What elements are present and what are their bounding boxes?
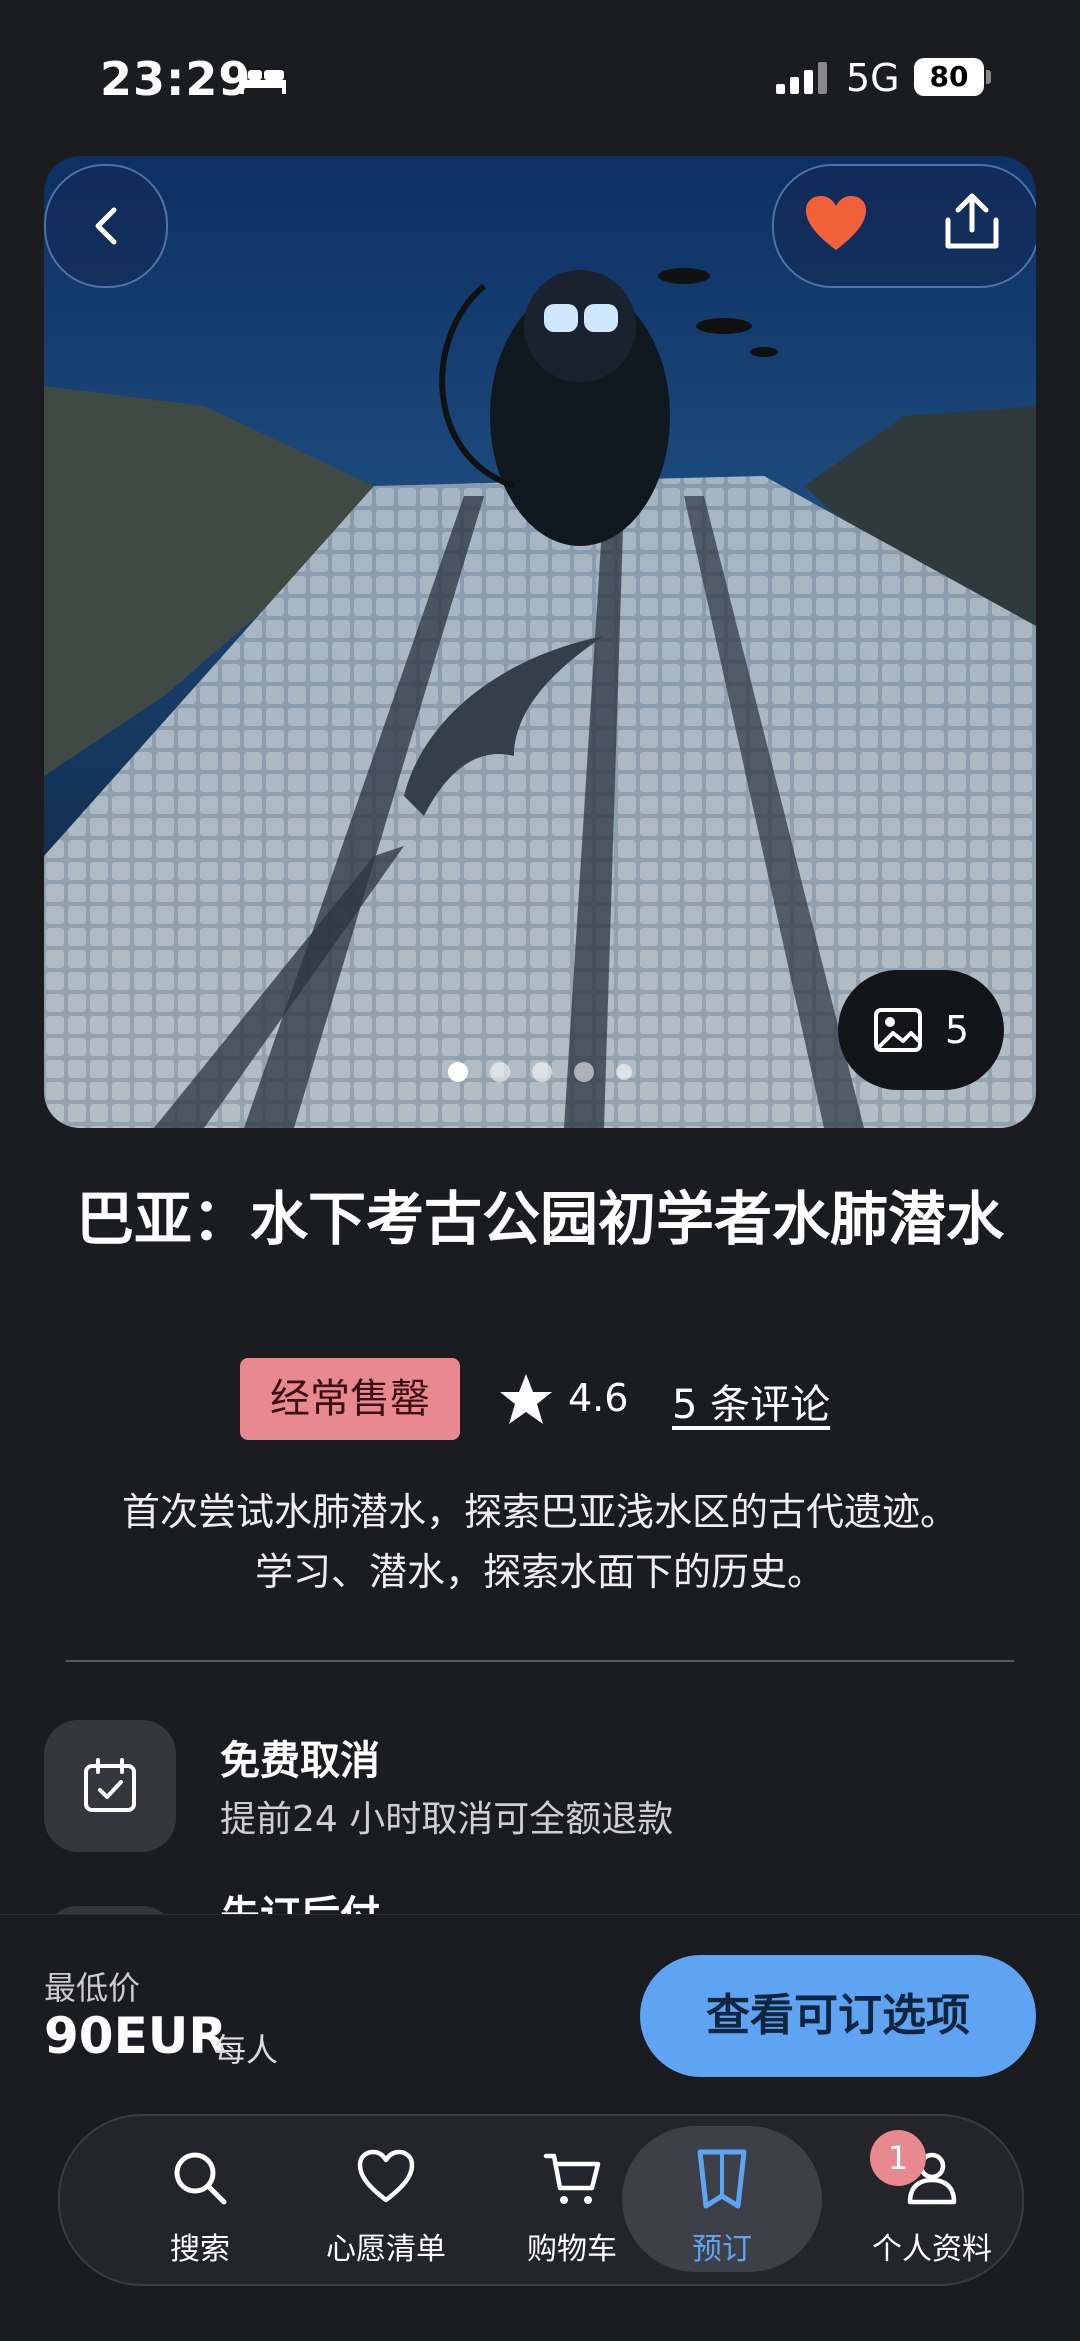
tab-label: 个人资料 (872, 2232, 992, 2267)
divider (66, 1660, 1014, 1662)
description-line: 学习、潜水，探索水面下的历史。 (254, 1550, 825, 1594)
free-cancellation-icon-box (44, 1720, 176, 1852)
rating-value: 4.6 (568, 1376, 629, 1420)
heart-outline-icon (357, 2149, 415, 2203)
price-label: 最低价 (44, 1969, 141, 2007)
status-time: 23:29 (100, 52, 252, 106)
feature-title: 免费取消 (220, 1738, 380, 1784)
chevron-left-icon (95, 207, 117, 245)
activity-meta: 经常售罄 4.6 5 条评论 (0, 1358, 1080, 1442)
carousel-dot[interactable] (490, 1062, 510, 1082)
feature-subtitle: 提前24 小时取消可全额退款 (220, 1799, 674, 1840)
carousel-dot[interactable] (448, 1062, 468, 1082)
photo-count: 5 (944, 1008, 970, 1052)
carousel-dot[interactable] (532, 1062, 552, 1082)
bookings-icon (697, 2149, 747, 2209)
activity-description: 首次尝试水肺潜水，探索巴亚浅水区的古代遗迹。 学习、潜水，探索水面下的历史。 (50, 1482, 1030, 1602)
back-button[interactable] (44, 164, 168, 288)
sleep-mode-icon (240, 66, 286, 94)
reviews-link[interactable]: 5 条评论 (672, 1372, 830, 1430)
price-unit: 每人 (214, 2031, 279, 2069)
search-icon (174, 2152, 227, 2205)
network-type: 5G (846, 56, 900, 100)
carousel-dots (44, 1062, 1036, 1082)
notification-badge: 1 (870, 2130, 926, 2186)
cart-icon (543, 2153, 601, 2204)
activity-title: 巴亚：水下考古公园初学者水肺潜水 (75, 1185, 1004, 1253)
action-buttons (772, 164, 1036, 288)
carousel-dot[interactable] (574, 1062, 594, 1082)
battery-tip (986, 70, 991, 84)
battery-indicator: 80 (914, 58, 984, 96)
tab-label: 心愿清单 (326, 2232, 446, 2267)
calendar-check-icon (84, 1758, 136, 1812)
tab-label: 预订 (692, 2232, 752, 2267)
tab-label: 搜索 (170, 2232, 230, 2267)
price-value: 90EUR (44, 2007, 227, 2065)
hero-image[interactable]: 5 (44, 156, 1036, 1128)
sells-out-badge: 经常售罄 (240, 1358, 460, 1440)
tab-profile[interactable]: 个人资料 (842, 2116, 1022, 2284)
image-icon (873, 1008, 922, 1052)
tab-bookings[interactable]: 预订 (622, 2116, 822, 2284)
star-icon (500, 1374, 552, 1424)
tab-search[interactable]: 搜索 (110, 2116, 290, 2284)
carousel-dot[interactable] (616, 1064, 632, 1080)
feature-title: 先订后付 (220, 1892, 380, 1914)
share-icon[interactable] (942, 190, 1002, 254)
tab-wishlist[interactable]: 心愿清单 (296, 2116, 476, 2284)
signal-icon (776, 62, 827, 94)
status-bar: 23:29 5G 80 (0, 0, 1080, 150)
description-line: 首次尝试水肺潜水，探索巴亚浅水区的古代遗迹。 (121, 1490, 958, 1534)
check-availability-button[interactable]: 查看可订选项 (640, 1955, 1036, 2077)
booking-bar: 最低价 90EUR 每人 查看可订选项 (0, 1914, 1080, 2115)
heart-icon[interactable] (804, 194, 868, 254)
